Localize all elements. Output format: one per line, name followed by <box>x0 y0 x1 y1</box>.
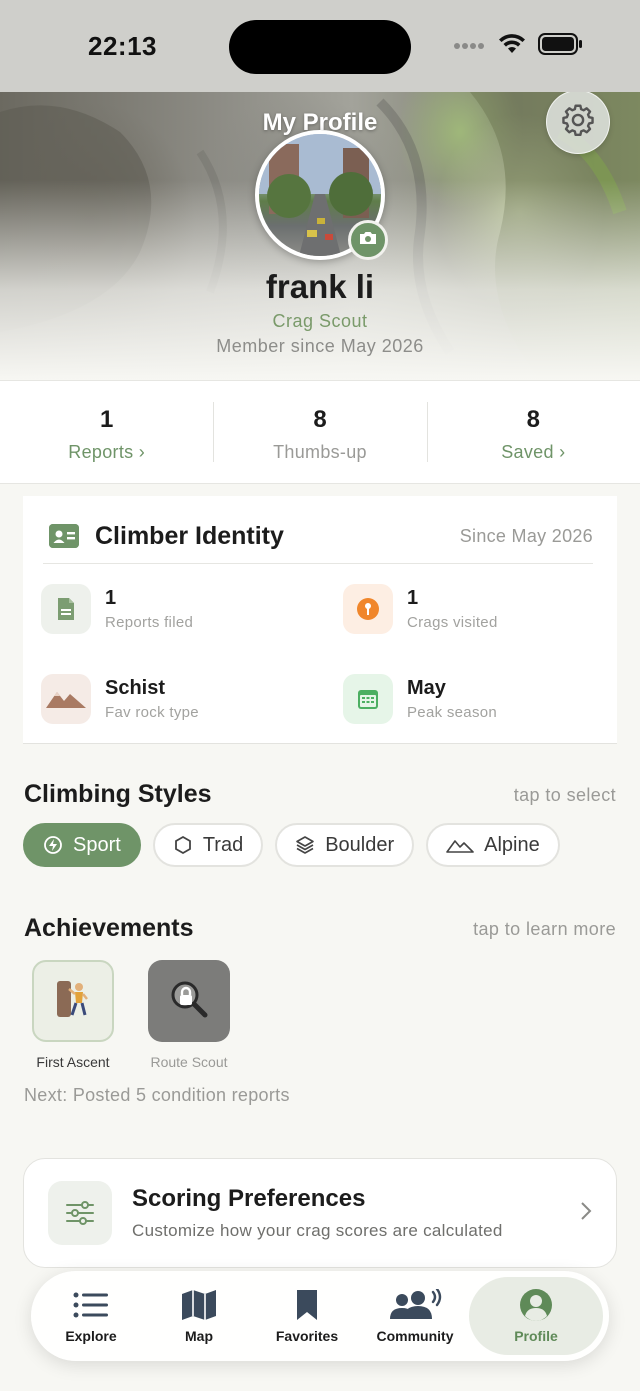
chip-trad[interactable]: Trad <box>152 823 264 867</box>
chip-label: Boulder <box>325 833 395 856</box>
identity-item-crags: 1 Crags visited <box>343 584 498 634</box>
tab-label: Community <box>376 1328 454 1344</box>
stat-label: Saved › <box>501 442 566 462</box>
badge-first-ascent[interactable]: First Ascent <box>30 960 116 1070</box>
climber-identity-card: Climber Identity Since May 2026 1 Report… <box>23 496 617 744</box>
stat-saved[interactable]: 8 Saved › <box>426 402 640 462</box>
tab-label: Profile <box>514 1328 558 1344</box>
status-time: 22:13 <box>88 31 157 61</box>
member-since: Member since May 2026 <box>216 336 424 356</box>
badge-route-scout[interactable]: Route Scout <box>146 960 232 1070</box>
mountain-icon <box>446 837 474 853</box>
divider <box>43 563 593 564</box>
identity-label: Crags visited <box>407 614 498 631</box>
locked-magnifier-icon <box>167 977 211 1026</box>
identity-value: 1 <box>407 587 419 609</box>
tab-label: Explore <box>65 1328 117 1344</box>
hexagon-icon <box>173 835 193 855</box>
id-card-icon <box>49 524 79 548</box>
stat-value: 8 <box>526 406 540 433</box>
chip-boulder[interactable]: Boulder <box>275 823 415 867</box>
change-photo-button[interactable] <box>348 220 388 260</box>
tab-favorites[interactable]: Favorites <box>253 1277 361 1355</box>
identity-label: Peak season <box>407 704 498 721</box>
profile-header: My Profile frank li Crag Scout Member si… <box>0 92 640 380</box>
climbing-styles-title: Climbing Styles <box>24 780 212 808</box>
achievements-hint: tap to learn more <box>473 919 616 939</box>
list-icon <box>73 1288 109 1322</box>
stat-value: 1 <box>99 406 114 433</box>
bolt-icon <box>43 835 63 855</box>
layers-icon <box>295 835 315 855</box>
map-pin-icon <box>343 584 393 634</box>
tab-explore[interactable]: Explore <box>37 1277 145 1355</box>
identity-since: Since May 2026 <box>459 525 593 546</box>
identity-item-rock: Schist Fav rock type <box>41 674 199 724</box>
badge-label: Route Scout <box>150 1054 228 1070</box>
signal-icon <box>454 38 486 56</box>
tab-label: Map <box>185 1328 213 1344</box>
stat-label: Thumbs-up <box>273 442 367 462</box>
tab-map[interactable]: Map <box>145 1277 253 1355</box>
tab-bar: Explore Map Favorites Community Profile <box>31 1271 609 1361</box>
chip-sport[interactable]: Sport <box>23 823 141 867</box>
status-icons <box>454 33 584 60</box>
status-bar: 22:13 <box>0 0 640 92</box>
badge-tile <box>32 960 114 1042</box>
tab-profile[interactable]: Profile <box>469 1277 603 1355</box>
mountains-icon <box>41 674 91 724</box>
next-achievement: Next: Posted 5 condition reports <box>24 1085 290 1105</box>
identity-item-reports: 1 Reports filed <box>41 584 193 634</box>
camera-icon <box>358 230 378 251</box>
climber-icon <box>55 979 91 1024</box>
profile-rank: Crag Scout <box>272 311 368 331</box>
stats-bar: 1 Reports › 8 Thumbs-up 8 Saved › <box>0 380 640 484</box>
chip-label: Alpine <box>484 833 540 856</box>
map-icon <box>181 1288 217 1322</box>
settings-button[interactable] <box>546 92 610 154</box>
chevron-right-icon <box>580 1201 592 1226</box>
scoring-title: Scoring Preferences <box>132 1185 366 1212</box>
bookmark-icon <box>295 1288 319 1322</box>
profile-name: frank li <box>265 268 375 305</box>
identity-value: 1 <box>105 587 117 609</box>
achievement-badges: First Ascent Route Scout <box>30 960 232 1070</box>
battery-icon <box>538 33 584 60</box>
sliders-icon <box>48 1181 112 1245</box>
identity-label: Reports filed <box>105 614 194 631</box>
tab-community[interactable]: Community <box>361 1277 469 1355</box>
climbing-styles-hint: tap to select <box>513 785 616 805</box>
identity-value: May <box>407 677 446 699</box>
scoring-subtitle: Customize how your crag scores are calcu… <box>132 1221 503 1240</box>
gear-icon <box>560 102 596 143</box>
stat-value: 8 <box>313 406 327 433</box>
chip-label: Sport <box>73 833 121 856</box>
chip-label: Trad <box>202 833 244 856</box>
identity-item-season: May Peak season <box>343 674 497 724</box>
chip-alpine[interactable]: Alpine <box>426 823 560 867</box>
calendar-icon <box>343 674 393 724</box>
profile-icon <box>519 1288 553 1322</box>
tab-label: Favorites <box>275 1328 339 1344</box>
identity-title: Climber Identity <box>95 521 284 550</box>
stat-label: Reports › <box>68 442 146 462</box>
badge-label: First Ascent <box>36 1054 110 1070</box>
identity-label: Fav rock type <box>105 704 199 721</box>
badge-tile <box>148 960 230 1042</box>
document-icon <box>41 584 91 634</box>
stat-reports[interactable]: 1 Reports › <box>0 402 213 462</box>
achievements-title: Achievements <box>24 914 194 942</box>
identity-header: Climber Identity Since May 2026 <box>49 516 593 556</box>
wifi-icon <box>498 33 526 60</box>
scoring-preferences-row[interactable]: Scoring Preferences Customize how your c… <box>23 1158 617 1268</box>
dynamic-island <box>229 20 411 74</box>
climbing-style-chips: Sport Trad Boulder Alpine <box>23 823 560 867</box>
stat-thumbs-up: 8 Thumbs-up <box>213 402 426 462</box>
identity-value: Schist <box>105 677 166 699</box>
community-icon <box>386 1288 444 1322</box>
